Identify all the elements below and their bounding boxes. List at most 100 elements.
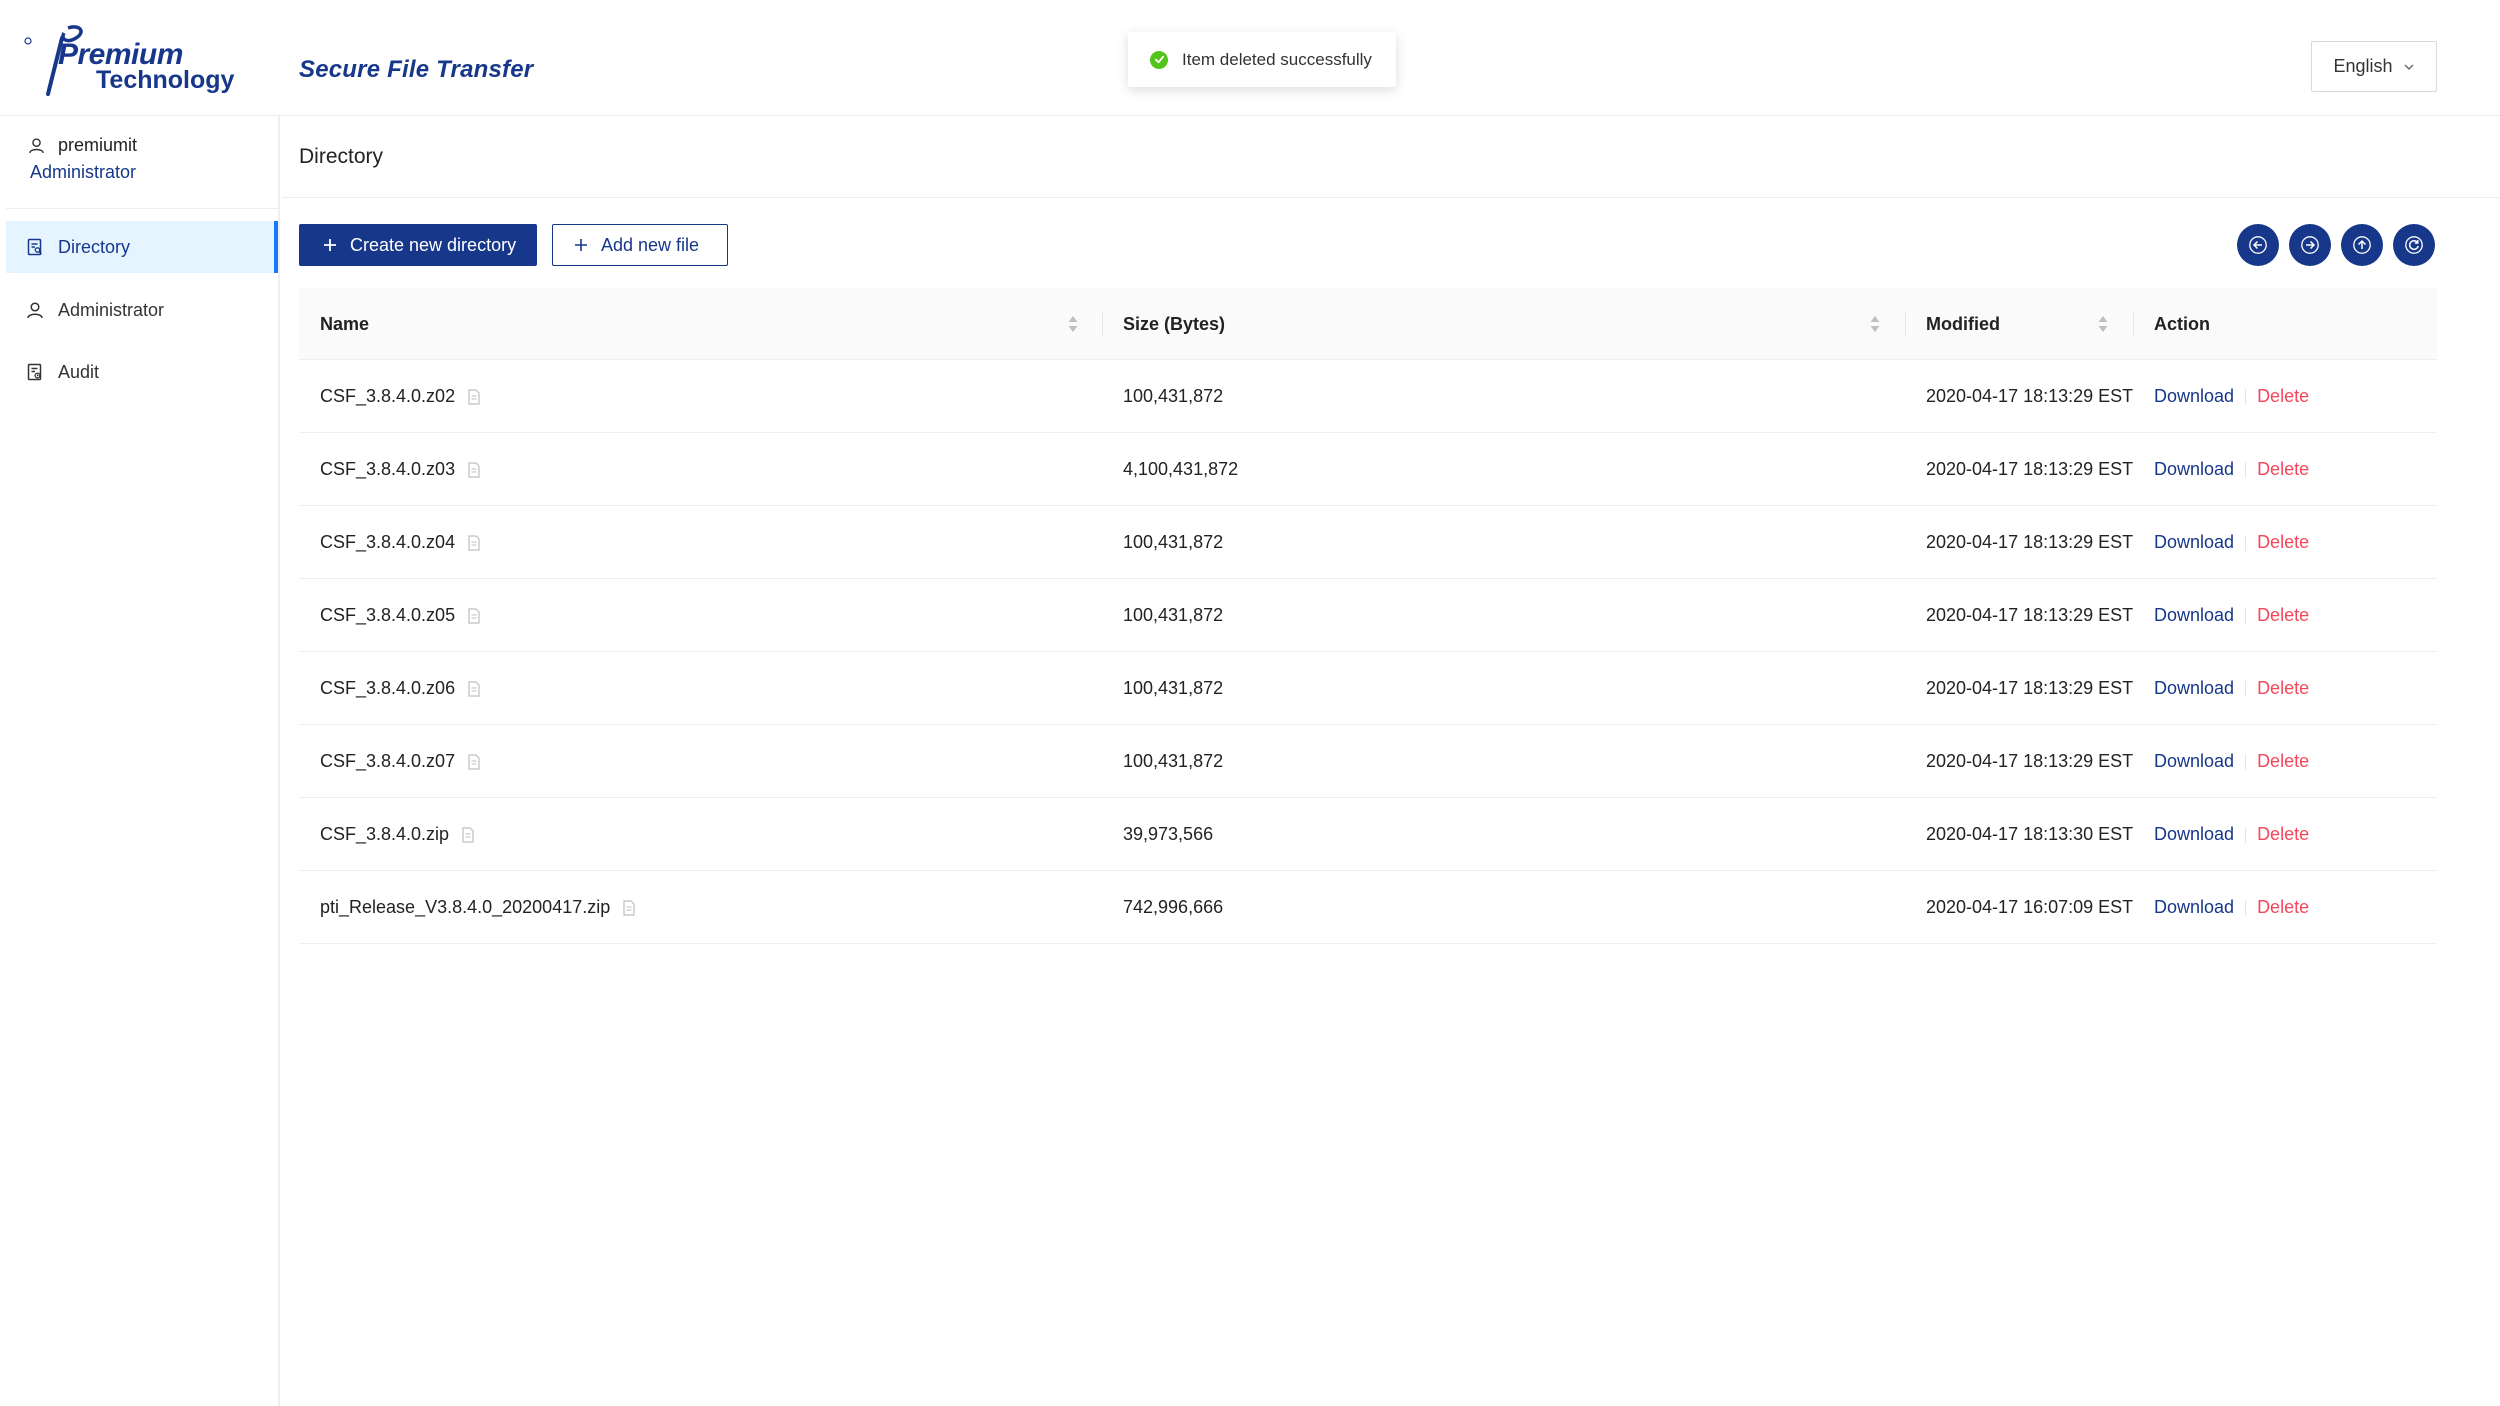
check-circle-icon (1150, 50, 1168, 69)
sidebar-item-label: Directory (58, 236, 131, 257)
app-title: Secure File Transfer (299, 56, 534, 83)
table-row: CSF_3.8.4.0.zip 39,973,566 2020-04-17 18… (299, 798, 2437, 871)
sidebar: premiumit Administrator Directory Admini… (0, 116, 280, 1406)
plus-icon (324, 239, 336, 251)
action-divider (2245, 753, 2247, 770)
file-name-cell: CSF_3.8.4.0.z02 (320, 360, 481, 433)
download-link[interactable]: Download (2154, 605, 2234, 626)
file-size: 100,431,872 (1123, 605, 1224, 625)
logo-text-secondary: Technology (96, 66, 235, 94)
file-icon (468, 534, 480, 551)
file-size: 100,431,872 (1123, 751, 1224, 771)
download-link[interactable]: Download (2154, 532, 2234, 553)
file-name[interactable]: CSF_3.8.4.0.z06 (320, 678, 455, 699)
table-body: CSF_3.8.4.0.z02 100,431,872 2020-04-17 1… (299, 360, 2437, 944)
file-actions: Download Delete (2154, 579, 2309, 652)
action-divider (2245, 534, 2247, 551)
file-name-cell: CSF_3.8.4.0.z03 (320, 433, 481, 506)
column-divider (2133, 312, 2134, 336)
file-icon (468, 680, 480, 697)
sidebar-item-directory[interactable]: Directory (6, 221, 278, 273)
forward-button[interactable] (2289, 224, 2331, 266)
file-actions: Download Delete (2154, 433, 2309, 506)
sort-size-icon[interactable] (1869, 314, 1881, 334)
file-size: 4,100,431,872 (1123, 459, 1239, 479)
file-name-cell: CSF_3.8.4.0.z07 (320, 725, 481, 798)
action-divider (2245, 826, 2247, 843)
file-icon (468, 461, 480, 478)
delete-link[interactable]: Delete (2257, 605, 2309, 626)
file-actions: Download Delete (2154, 506, 2309, 579)
column-divider (1905, 312, 1906, 336)
file-name[interactable]: CSF_3.8.4.0.z07 (320, 751, 455, 772)
language-select[interactable]: English (2311, 41, 2437, 92)
file-actions: Download Delete (2154, 798, 2309, 871)
download-link[interactable]: Download (2154, 824, 2234, 845)
sidebar-item-label: Audit (58, 361, 100, 382)
file-name-cell: CSF_3.8.4.0.z04 (320, 506, 481, 579)
file-name[interactable]: CSF_3.8.4.0.z03 (320, 459, 455, 480)
file-actions: Download Delete (2154, 652, 2309, 725)
file-size: 39,973,566 (1123, 824, 1214, 844)
file-icon (468, 607, 480, 624)
app-header: Premium Technology Secure File Transfer … (0, 0, 2500, 116)
file-actions: Download Delete (2154, 360, 2309, 433)
file-actions: Download Delete (2154, 725, 2309, 798)
column-divider (1102, 312, 1103, 336)
back-button[interactable] (2237, 224, 2279, 266)
arrow-up-icon (2353, 236, 2371, 254)
delete-link[interactable]: Delete (2257, 678, 2309, 699)
delete-link[interactable]: Delete (2257, 824, 2309, 845)
file-icon (468, 753, 480, 770)
delete-link[interactable]: Delete (2257, 532, 2309, 553)
action-divider (2245, 607, 2247, 624)
file-name[interactable]: CSF_3.8.4.0.z04 (320, 532, 455, 553)
user-icon (29, 137, 44, 153)
action-divider (2245, 680, 2247, 697)
download-link[interactable]: Download (2154, 386, 2234, 407)
sort-name-icon[interactable] (1067, 314, 1079, 334)
table-row: CSF_3.8.4.0.z04 100,431,872 2020-04-17 1… (299, 506, 2437, 579)
directory-icon (27, 238, 42, 256)
column-header-name: Name (320, 313, 370, 334)
file-name[interactable]: CSF_3.8.4.0.zip (320, 824, 449, 845)
delete-link[interactable]: Delete (2257, 897, 2309, 918)
file-name[interactable]: CSF_3.8.4.0.z02 (320, 386, 455, 407)
add-file-label: Add new file (601, 234, 700, 255)
delete-link[interactable]: Delete (2257, 386, 2309, 407)
file-size: 100,431,872 (1123, 678, 1224, 698)
add-file-button[interactable]: Add new file (552, 224, 728, 266)
delete-link[interactable]: Delete (2257, 751, 2309, 772)
table-row: CSF_3.8.4.0.z06 100,431,872 2020-04-17 1… (299, 652, 2437, 725)
table-header: Name Size (Bytes) Modified Action (299, 288, 2437, 360)
delete-link[interactable]: Delete (2257, 459, 2309, 480)
refresh-icon (2405, 236, 2423, 254)
download-link[interactable]: Download (2154, 751, 2234, 772)
refresh-button[interactable] (2393, 224, 2435, 266)
action-divider (2245, 899, 2247, 916)
file-icon (462, 826, 474, 843)
file-modified: 2020-04-17 18:13:29 EST (1926, 459, 2134, 479)
user-role: Administrator (30, 162, 137, 182)
file-table: Name Size (Bytes) Modified Action CSF_3.… (299, 288, 2437, 944)
file-icon (468, 388, 480, 405)
sidebar-item-audit[interactable]: Audit (6, 346, 278, 398)
file-name-cell: CSF_3.8.4.0.z05 (320, 579, 481, 652)
sidebar-item-administrator[interactable]: Administrator (6, 284, 278, 336)
sort-modified-icon[interactable] (2097, 314, 2109, 334)
download-link[interactable]: Download (2154, 678, 2234, 699)
file-modified: 2020-04-17 18:13:29 EST (1926, 605, 2134, 625)
parent-directory-button[interactable] (2341, 224, 2383, 266)
chevron-down-icon (2404, 64, 2414, 70)
download-link[interactable]: Download (2154, 897, 2234, 918)
table-row: CSF_3.8.4.0.z05 100,431,872 2020-04-17 1… (299, 579, 2437, 652)
file-modified: 2020-04-17 18:13:29 EST (1926, 678, 2134, 698)
column-header-action: Action (2154, 313, 2210, 334)
file-modified: 2020-04-17 18:13:30 EST (1926, 824, 2134, 844)
create-directory-label: Create new directory (350, 234, 517, 255)
create-directory-button[interactable]: Create new directory (299, 224, 537, 266)
file-name[interactable]: pti_Release_V3.8.4.0_20200417.zip (320, 897, 610, 918)
download-link[interactable]: Download (2154, 459, 2234, 480)
file-name[interactable]: CSF_3.8.4.0.z05 (320, 605, 455, 626)
user-name: premiumit (58, 134, 138, 155)
